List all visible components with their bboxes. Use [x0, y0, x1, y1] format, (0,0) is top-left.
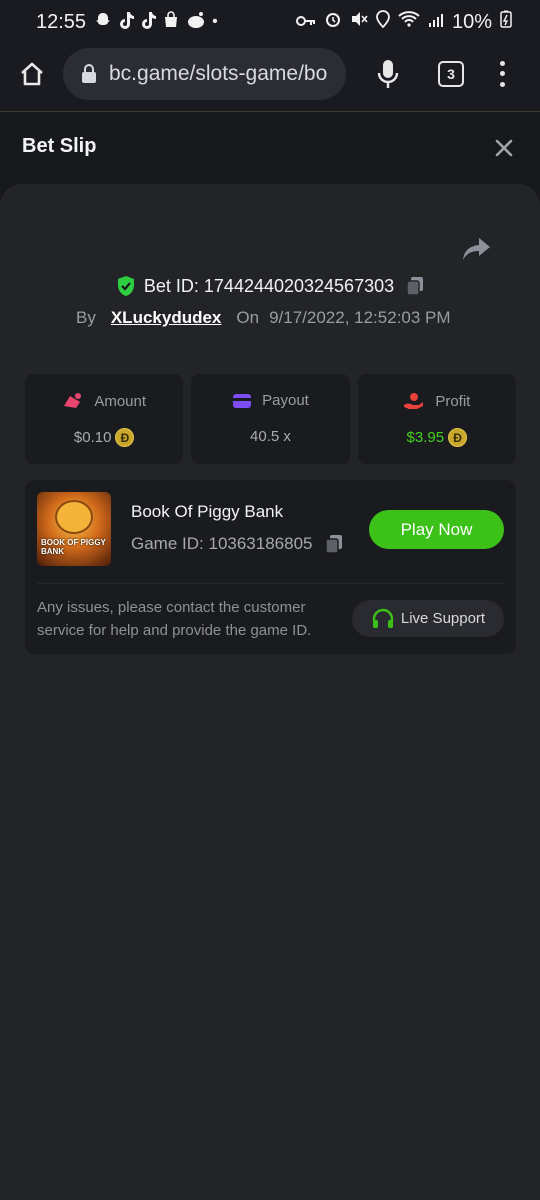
- url-text: bc.game/slots-game/bo: [109, 62, 328, 85]
- close-button[interactable]: [493, 137, 515, 159]
- copy-icon: [324, 535, 342, 554]
- stat-value: $3.95: [406, 429, 445, 446]
- menu-dot: [499, 60, 505, 66]
- headset-icon: [372, 608, 394, 628]
- tiktok-icon: [118, 11, 135, 33]
- verified-shield-icon: [117, 276, 134, 296]
- more-notifications-icon: •: [212, 13, 218, 30]
- status-bar: 12:55 • 10%: [0, 0, 540, 44]
- game-name: Book Of Piggy Bank: [131, 502, 284, 521]
- on-label: On: [236, 308, 260, 327]
- page-title: Bet Slip: [22, 135, 97, 157]
- bet-slip-panel: Bet ID: 1744244020324567303 By XLuckydud…: [0, 184, 540, 1200]
- shopping-bag-icon: [162, 11, 180, 33]
- copy-game-id-button[interactable]: [324, 534, 343, 554]
- bet-id-label: Bet ID:: [143, 275, 199, 296]
- bet-stats: Amount $0.10 Đ Payout 40.5 x Profit $3.9…: [25, 374, 516, 464]
- tab-switcher-button[interactable]: 3: [438, 61, 464, 87]
- stat-value: $0.10: [73, 429, 112, 446]
- stat-label: Profit: [435, 392, 471, 410]
- by-label: By: [76, 308, 96, 327]
- home-button[interactable]: [14, 56, 50, 92]
- menu-dot: [499, 82, 505, 88]
- snapchat-icon: [94, 11, 112, 33]
- signal-icon: [428, 11, 444, 34]
- tiktok-icon: [140, 11, 157, 33]
- status-time: 12:55: [36, 10, 87, 33]
- profit-icon: [404, 393, 424, 409]
- browser-toolbar: bc.game/slots-game/bo 3: [0, 44, 540, 112]
- share-button[interactable]: [462, 236, 492, 262]
- game-id-label: Game ID:: [131, 534, 204, 553]
- location-icon: [376, 10, 390, 34]
- support-notice: Any issues, please contact the customer …: [37, 599, 312, 639]
- live-support-label: Live Support: [400, 610, 486, 627]
- bet-id-value: 1744244020324567303: [203, 275, 395, 296]
- voice-search-button[interactable]: [374, 56, 402, 92]
- mute-icon: [350, 10, 368, 34]
- game-card: BOOK OF PIGGY BANK Book Of Piggy Bank Ga…: [25, 480, 516, 654]
- live-support-button[interactable]: Live Support: [352, 600, 504, 637]
- reddit-icon: [186, 11, 206, 33]
- game-id-value: 10363186805: [208, 534, 313, 553]
- doge-coin-icon: Đ: [448, 428, 468, 447]
- play-now-button[interactable]: Play Now: [369, 510, 504, 549]
- stat-label: Payout: [262, 392, 309, 409]
- address-bar[interactable]: bc.game/slots-game/bo: [63, 48, 346, 100]
- piggy-icon: [55, 500, 93, 534]
- username-link[interactable]: XLuckydudex: [111, 308, 222, 328]
- battery-icon: [500, 10, 512, 34]
- browser-menu-button[interactable]: [494, 58, 510, 90]
- copy-icon: [406, 277, 424, 296]
- battery-label: 10%: [451, 10, 492, 33]
- bet-id-row: Bet ID: 1744244020324567303: [0, 272, 540, 300]
- stat-label: Amount: [94, 392, 147, 410]
- alarm-icon: [324, 10, 342, 34]
- divider: [37, 583, 504, 584]
- stat-amount: Amount $0.10 Đ: [25, 374, 184, 464]
- key-icon: [295, 11, 316, 34]
- close-icon: [495, 139, 513, 157]
- thumbnail-title: BOOK OF PIGGY BANK: [41, 538, 106, 556]
- doge-coin-icon: Đ: [115, 428, 135, 447]
- bet-meta-row: By XLuckydudex On 9/17/2022, 12:52:03 PM: [76, 305, 451, 331]
- wallet-icon: [233, 393, 252, 408]
- bet-date: 9/17/2022, 12:52:03 PM: [269, 308, 451, 327]
- stat-value: 40.5 x: [250, 428, 291, 445]
- menu-dot: [499, 71, 505, 77]
- wifi-icon: [398, 10, 420, 34]
- lock-icon: [81, 64, 97, 84]
- stat-profit: Profit $3.95 Đ: [357, 374, 516, 464]
- game-thumbnail[interactable]: BOOK OF PIGGY BANK: [37, 492, 111, 566]
- tab-count: 3: [447, 66, 455, 82]
- amount-icon: [64, 393, 82, 408]
- microphone-icon: [377, 60, 399, 88]
- bet-slip-header: Bet Slip: [0, 113, 540, 183]
- system-icons: 10%: [295, 10, 512, 34]
- copy-bet-id-button[interactable]: [406, 276, 424, 296]
- home-icon: [21, 62, 43, 86]
- stat-payout: Payout 40.5 x: [191, 374, 350, 464]
- share-icon: [463, 238, 490, 260]
- notification-icons: •: [94, 11, 218, 33]
- game-id-row: Game ID: 10363186805: [131, 534, 343, 554]
